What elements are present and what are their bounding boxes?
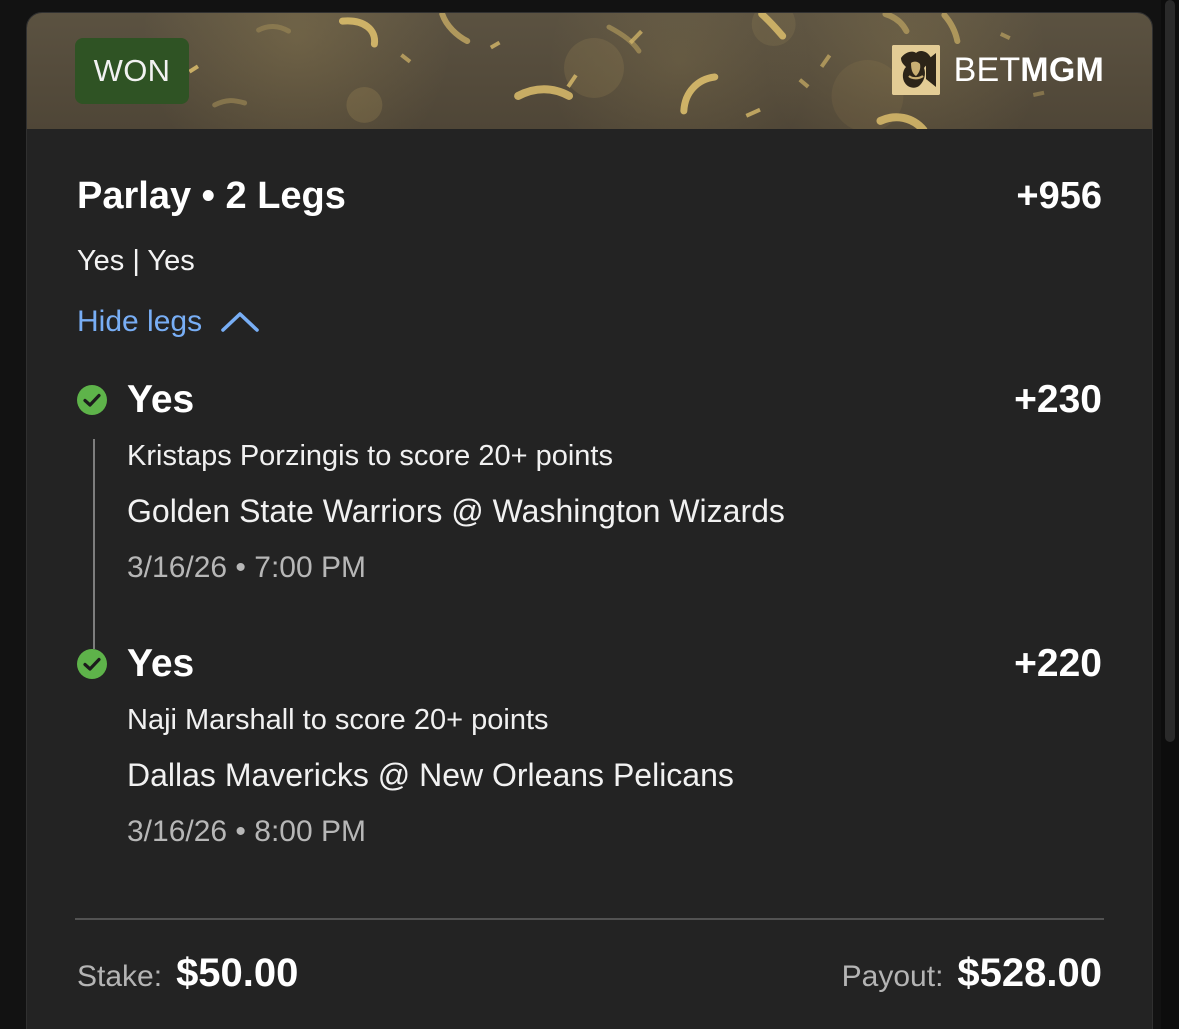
bet-title: Parlay • 2 Legs [77, 175, 346, 217]
leg-datetime: 3/16/26 • 7:00 PM [127, 551, 366, 584]
payout-value: $528.00 [957, 951, 1102, 995]
brand-wordmark: BETMGM [954, 44, 1104, 96]
won-badge: WON [75, 38, 189, 104]
leg-result: Yes [127, 642, 195, 685]
card-banner: WON BETMGM [27, 13, 1152, 129]
legs-timeline-line [93, 439, 95, 649]
stake-summary: Stake: $50.00 [77, 953, 298, 993]
hide-legs-toggle[interactable]: Hide legs [77, 307, 260, 337]
payout-summary: Payout: $528.00 [842, 953, 1102, 993]
leg-result: Yes [127, 378, 195, 421]
betmgm-brand: BETMGM [891, 44, 1104, 96]
stake-value: $50.00 [176, 951, 299, 995]
leg-odds: +230 [1014, 378, 1102, 421]
check-circle-icon [77, 649, 107, 679]
brand-bet: BET [953, 51, 1021, 89]
bet-total-odds: +956 [1016, 175, 1102, 217]
bet-content: Parlay • 2 Legs +956 Yes | Yes Hide legs… [27, 129, 1152, 1029]
chevron-up-icon [221, 312, 259, 332]
leg-game: Golden State Warriors @ Washington Wizar… [127, 493, 785, 529]
bet-summary: Yes | Yes [77, 245, 195, 277]
leg-odds: +220 [1014, 642, 1102, 685]
scrollbar-track[interactable] [1161, 0, 1179, 1029]
leg-game: Dallas Mavericks @ New Orleans Pelicans [127, 757, 734, 793]
brand-mgm: MGM [1020, 51, 1104, 89]
leg-market: Naji Marshall to score 20+ points [127, 704, 549, 736]
footer-divider [75, 918, 1104, 920]
page: WON BETMGM Parlay • 2 Legs +956 Yes | Ye… [0, 0, 1179, 1029]
leg-datetime: 3/16/26 • 8:00 PM [127, 815, 366, 848]
lion-logo-icon [891, 45, 940, 95]
leg-market: Kristaps Porzingis to score 20+ points [127, 440, 613, 472]
payout-label: Payout: [841, 960, 944, 993]
bet-card: WON BETMGM Parlay • 2 Legs +956 Yes | Ye… [26, 12, 1153, 1029]
hide-legs-label: Hide legs [77, 305, 203, 338]
check-circle-icon [77, 385, 107, 415]
scrollbar-thumb[interactable] [1165, 0, 1175, 742]
stake-label: Stake: [77, 960, 163, 993]
